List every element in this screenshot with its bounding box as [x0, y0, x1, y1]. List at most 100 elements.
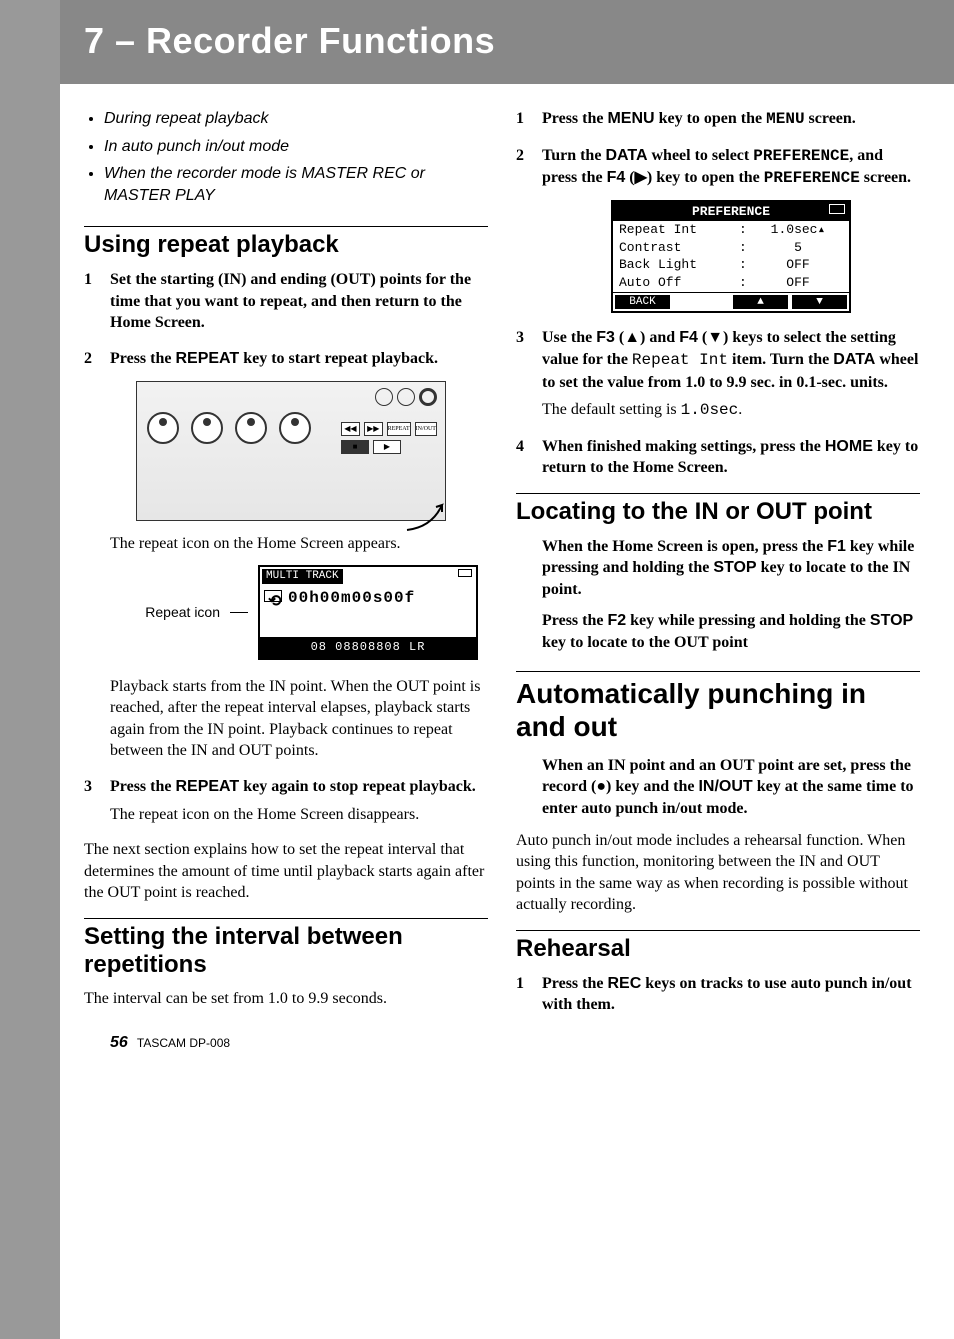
step-2: Turn the DATA wheel to select PREFERENCE… [516, 145, 920, 314]
softkey-down-icon: ▼ [792, 295, 847, 310]
screen-preference: PREFERENCE [764, 169, 860, 187]
top-knobs [375, 388, 437, 406]
key-f4: F4 [679, 329, 698, 346]
key-rec: REC [607, 975, 641, 992]
step-3: Use the F3 (▲) and F4 (▼) keys to select… [516, 327, 920, 421]
repeat-icon-label: Repeat icon [110, 603, 220, 622]
key-menu: MENU [607, 110, 654, 127]
screen-preference: PREFERENCE [753, 147, 849, 165]
step-text: Turn the DATA wheel to select PREFERENCE… [542, 147, 911, 187]
step-note: The repeat icon on the Home Screen appea… [110, 533, 488, 555]
page-number: 56 [110, 1034, 128, 1051]
default-value: 1.0sec [681, 401, 739, 419]
steps-preference: Press the MENU key to open the MENU scre… [516, 108, 920, 479]
auto-punch-paragraph: Auto punch in/out mode includes a rehear… [516, 830, 920, 916]
step-text: When finished making settings, press the… [542, 438, 918, 477]
key-f3: F3 [596, 329, 615, 346]
step-2: Press the REPEAT key to start repeat pla… [84, 348, 488, 762]
level-dial-icon [235, 412, 267, 444]
pref-row-back-light: Back Light:OFF [613, 256, 849, 274]
step-text: Press the REPEAT key to start repeat pla… [110, 350, 438, 367]
softkey-back: BACK [615, 295, 670, 310]
pref-row-contrast: Contrast:5 [613, 239, 849, 257]
key-in-out: IN/OUT [698, 778, 752, 795]
battery-icon [829, 204, 845, 214]
step-note: The default setting is 1.0sec. [542, 399, 920, 422]
key-stop: STOP [870, 612, 913, 629]
pointer-arrow-icon [402, 485, 452, 535]
screen-menu: MENU [766, 110, 804, 128]
model-name: TASCAM DP-008 [137, 1036, 230, 1050]
lcd-meter-area [260, 611, 476, 637]
selected-value: 1.0sec [771, 222, 818, 237]
repeat-glyph-icon: ⟲ [264, 590, 282, 602]
battery-icon [458, 569, 472, 577]
step-text: Use the F3 (▲) and F4 (▼) keys to select… [542, 329, 918, 390]
heading-locating: Locating to the IN or OUT point [516, 493, 920, 526]
pref-row-auto-off: Auto Off:OFF [613, 274, 849, 292]
paragraph-interval-range: The interval can be set from 1.0 to 9.9 … [84, 988, 488, 1010]
heading-interval: Setting the interval between repetitions [84, 918, 488, 978]
pref-row-repeat-int: Repeat Int:1.0sec▴ [613, 221, 849, 239]
transport-buttons: ◀◀▶▶REPEATIN/OUT ■▶ [341, 422, 437, 458]
chapter-title: 7 – Recorder Functions [84, 20, 930, 62]
right-column: Press the MENU key to open the MENU scre… [516, 108, 920, 1052]
key-f2: F2 [607, 612, 626, 629]
device-figure: ◀◀▶▶REPEATIN/OUT ■▶ [136, 381, 446, 521]
key-repeat: REPEAT [175, 778, 239, 795]
heading-rehearsal: Rehearsal [516, 930, 920, 963]
page-footer: 56 TASCAM DP-008 [84, 1034, 488, 1052]
step-4: When finished making settings, press the… [516, 436, 920, 479]
steps-rehearsal: Press the REC keys on tracks to use auto… [516, 973, 920, 1016]
left-column: During repeat playback In auto punch in/… [84, 108, 488, 1052]
home-screen-lcd: MULTI TRACK ⟲00h00m00s00f 08 08808808 LR [258, 565, 478, 660]
item-repeat-int: Repeat Int [632, 351, 728, 369]
page-side-bar [0, 0, 60, 1339]
lcd-header: PREFERENCE [613, 202, 849, 222]
key-data: DATA [605, 147, 647, 164]
level-dial-icon [191, 412, 223, 444]
key-f4: F4 [607, 169, 626, 186]
level-dial-icon [147, 412, 179, 444]
chapter-header: 7 – Recorder Functions [60, 0, 954, 84]
locate-in-instruction: When the Home Screen is open, press the … [542, 536, 920, 601]
heading-using-repeat: Using repeat playback [84, 226, 488, 259]
bullet-item: During repeat playback [104, 108, 488, 130]
lcd-track-indicators: 08 08808808 LR [260, 637, 476, 657]
step-1: Press the REC keys on tracks to use auto… [516, 973, 920, 1016]
repeat-icon-figure: Repeat icon MULTI TRACK ⟲00h00m00s00f 08… [110, 565, 488, 660]
step-text: Press the REC keys on tracks to use auto… [542, 975, 912, 1014]
locate-out-instruction: Press the F2 key while pressing and hold… [542, 610, 920, 653]
key-data: DATA [833, 351, 875, 368]
key-home: HOME [825, 438, 873, 455]
knob-icon [375, 388, 393, 406]
jog-wheel-icon [419, 388, 437, 406]
lcd-mode-title: MULTI TRACK [262, 569, 343, 584]
step-3: Press the REPEAT key again to stop repea… [84, 776, 488, 825]
step-note: Playback starts from the IN point. When … [110, 676, 488, 762]
step-1: Press the MENU key to open the MENU scre… [516, 108, 920, 131]
step-note: The repeat icon on the Home Screen disap… [110, 804, 488, 826]
key-stop: STOP [713, 559, 756, 576]
step-text: Press the REPEAT key again to stop repea… [110, 778, 476, 795]
level-dial-icon [279, 412, 311, 444]
steps-repeat: Set the starting (IN) and ending (OUT) p… [84, 269, 488, 825]
softkey-blank [674, 295, 729, 310]
auto-punch-lead: When an IN point and an OUT point are se… [542, 755, 920, 820]
bullet-item: In auto punch in/out mode [104, 136, 488, 158]
leader-line [230, 612, 248, 613]
lcd-time-counter: ⟲00h00m00s00f [260, 586, 476, 612]
bullet-item: When the recorder mode is MASTER REC or … [104, 163, 488, 206]
device-panel-illustration: ◀◀▶▶REPEATIN/OUT ■▶ [136, 381, 446, 521]
key-repeat: REPEAT [175, 350, 239, 367]
step-1: Set the starting (IN) and ending (OUT) p… [84, 269, 488, 334]
softkey-up-icon: ▲ [733, 295, 788, 310]
context-bullets: During repeat playback In auto punch in/… [104, 108, 488, 206]
step-text: Press the MENU key to open the MENU scre… [542, 110, 856, 127]
preference-screen-lcd: PREFERENCE Repeat Int:1.0sec▴ Contrast:5… [611, 200, 851, 314]
heading-auto-punch: Automatically punching in and out [516, 671, 920, 742]
lcd-softkeys: BACK ▲ ▼ [613, 292, 849, 312]
key-f1: F1 [827, 538, 846, 555]
step-text: Set the starting (IN) and ending (OUT) p… [110, 271, 471, 331]
knob-icon [397, 388, 415, 406]
